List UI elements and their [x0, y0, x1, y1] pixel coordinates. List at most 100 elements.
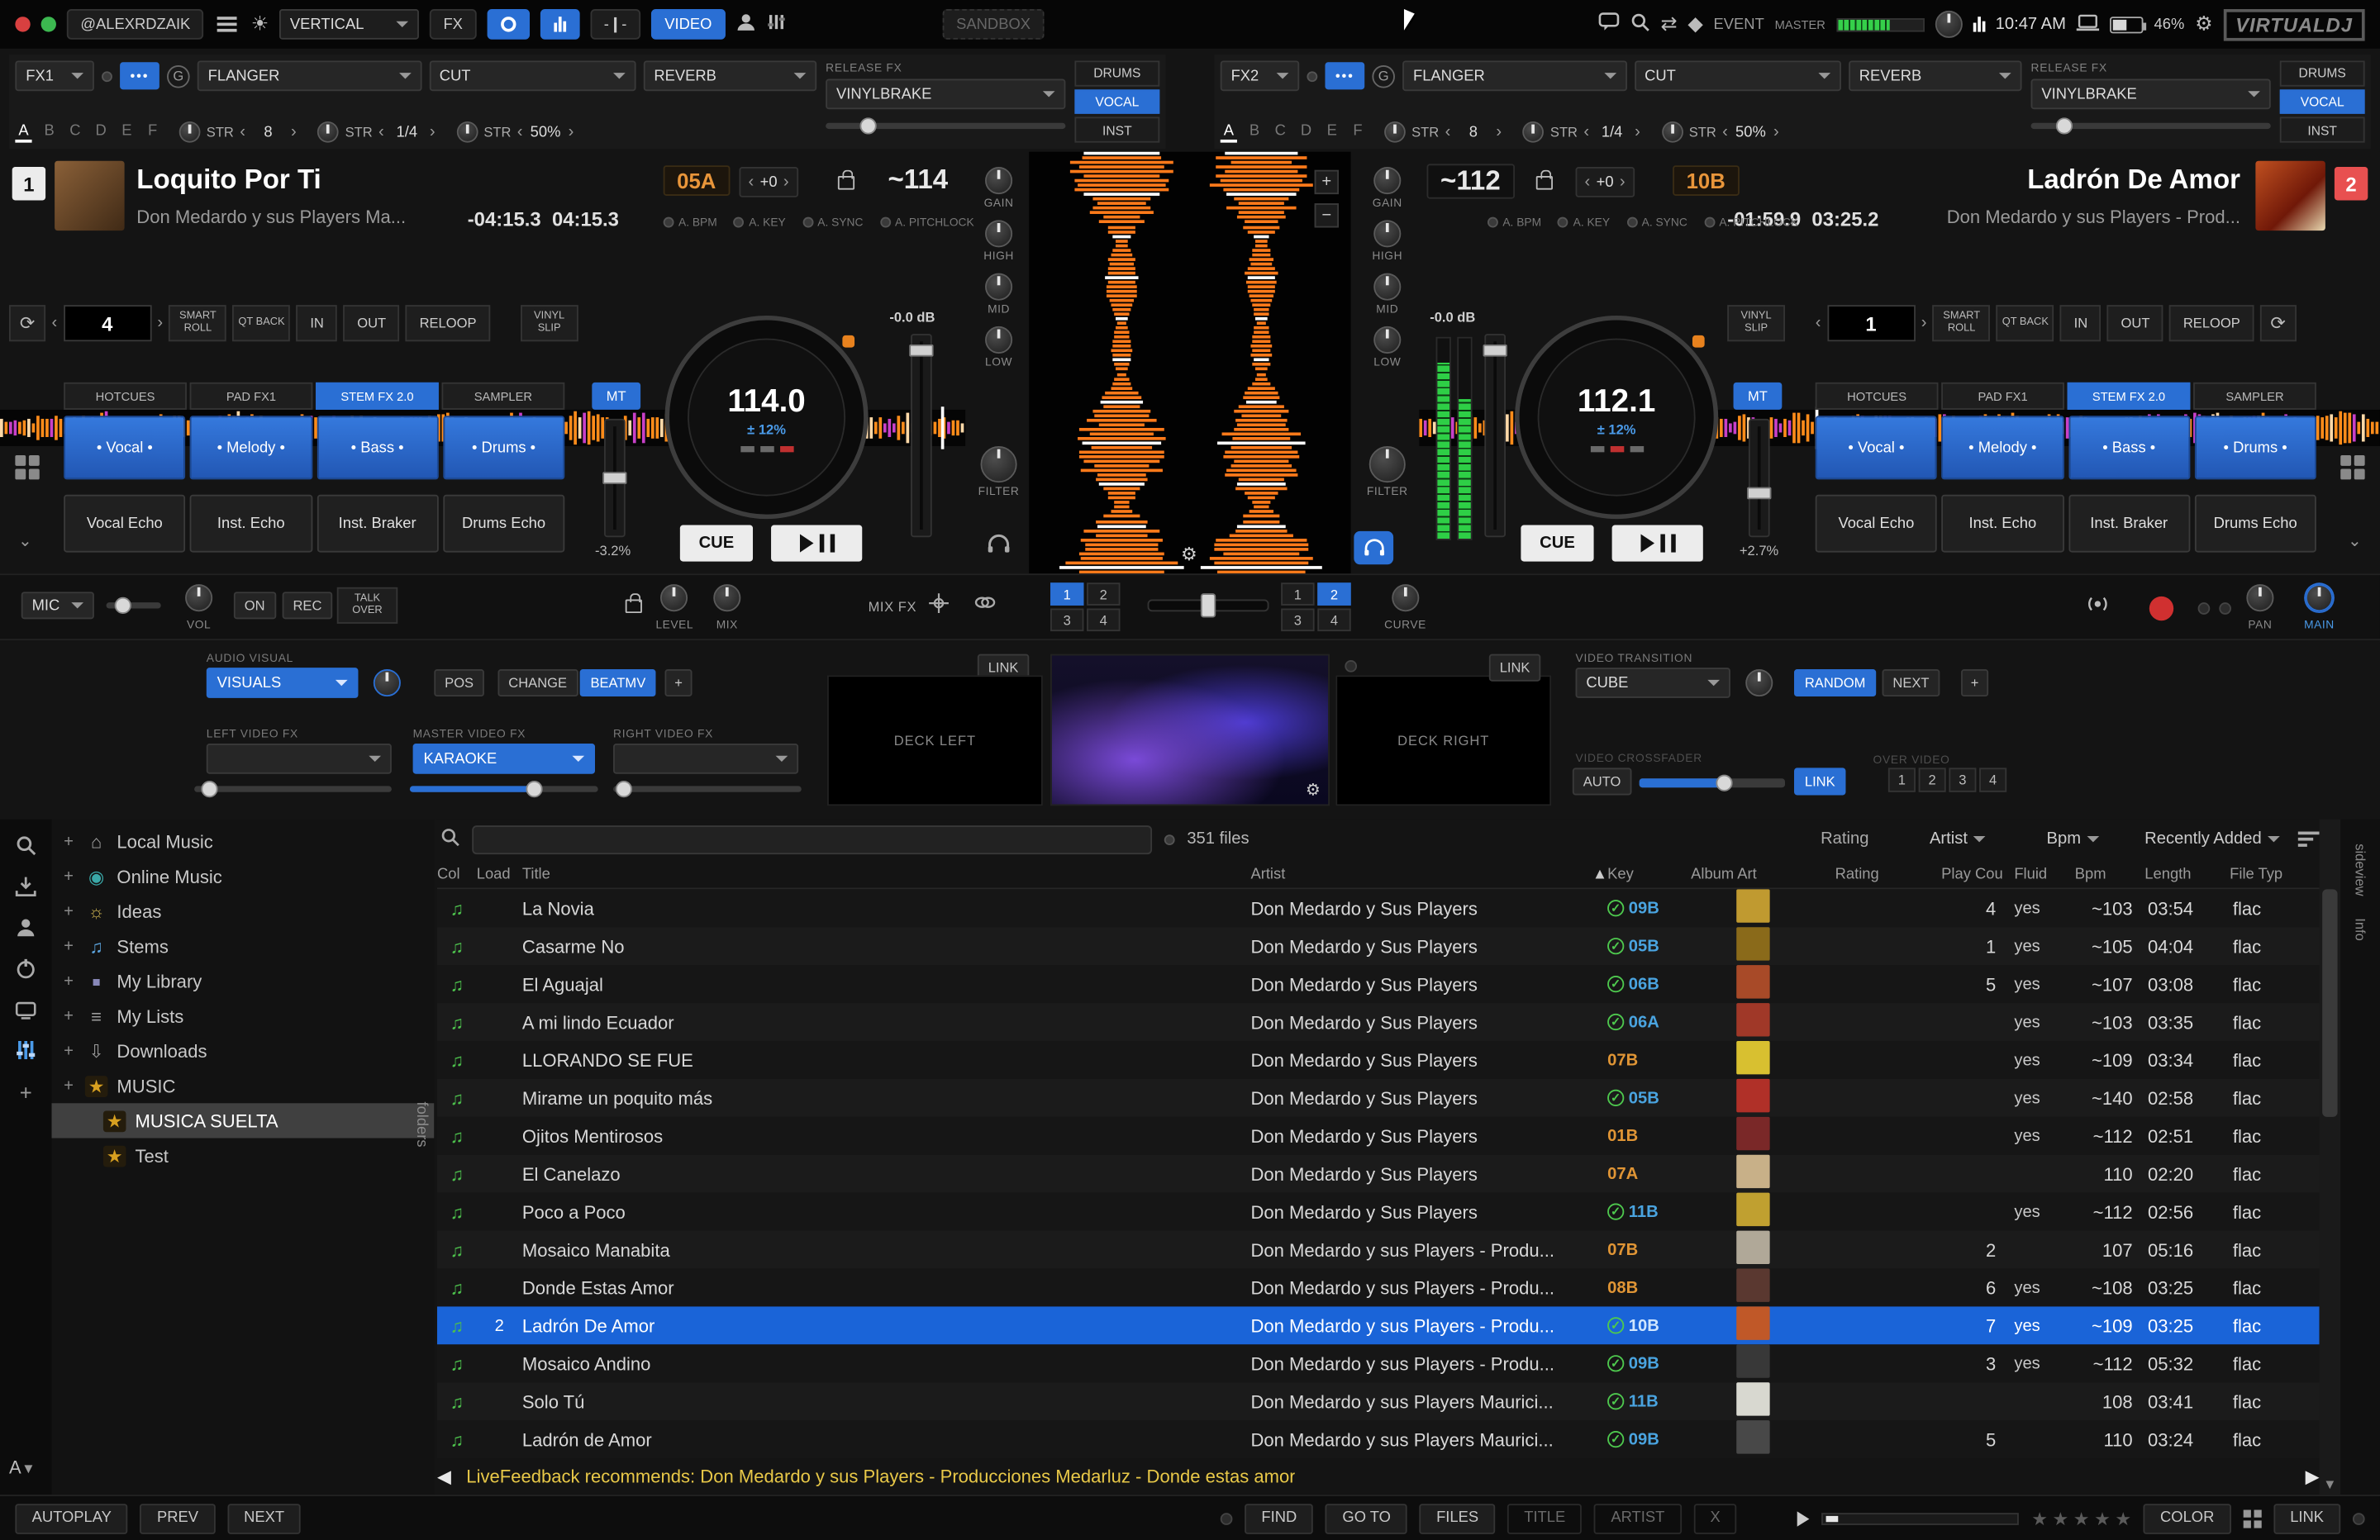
over-video-deck-button[interactable]: 1	[1888, 768, 1916, 791]
auto-toggle[interactable]: A. PITCHLOCK	[1704, 216, 1798, 230]
play-pause-button[interactable]	[1612, 525, 1703, 562]
filter-knob[interactable]	[981, 446, 1017, 482]
shuffle-icon[interactable]: ⇄	[1660, 12, 1677, 36]
over-video-deck-button[interactable]: 3	[1949, 768, 1976, 791]
jog-wheel[interactable]: 114.0 ± 12%	[664, 316, 868, 519]
expand-icon[interactable]: +	[64, 972, 76, 990]
minimize-dot[interactable]	[41, 17, 56, 31]
track-list-scrollbar[interactable]: ▼	[2320, 820, 2341, 1495]
eq-knob[interactable]	[985, 326, 1012, 354]
col-header[interactable]: Album Art	[1691, 867, 1835, 883]
goto-button[interactable]: GO TO	[1326, 1503, 1407, 1533]
fx-pad[interactable]: Inst. Braker	[2068, 495, 2190, 553]
eq-knob[interactable]	[985, 167, 1012, 194]
stem-button[interactable]: • Vocal •	[64, 416, 185, 479]
pad-tab[interactable]: SAMPLER	[441, 383, 564, 410]
eq-knob[interactable]	[1373, 220, 1401, 247]
video-master-preview[interactable]: ⚙	[1050, 654, 1330, 806]
fx2-effect3-select[interactable]: REVERB	[1849, 60, 2022, 91]
qt-back-button[interactable]: QT BACK	[1997, 305, 2054, 341]
mic-select[interactable]: MIC	[21, 592, 94, 619]
headphone-mix-knob[interactable]	[713, 584, 740, 611]
stem-button[interactable]: • Bass •	[317, 416, 438, 479]
change-button[interactable]: CHANGE	[497, 669, 577, 696]
sort-recent-select[interactable]: Recently Added	[2144, 830, 2280, 848]
vinyl-slip-button[interactable]: VINYL SLIP	[521, 305, 578, 341]
fx1-effect3-select[interactable]: REVERB	[644, 60, 817, 91]
mic-on-button[interactable]: ON	[234, 592, 276, 619]
stem-button[interactable]: • Drums •	[2194, 416, 2316, 479]
fx-knob[interactable]	[1384, 121, 1406, 143]
random-transition-button[interactable]: RANDOM	[1794, 669, 1876, 696]
fx-stem-button[interactable]: VOCAL	[2280, 89, 2365, 115]
table-row[interactable]: ♫El CanelazoDon Medardo y Sus Players07A…	[437, 1155, 2320, 1193]
col-header[interactable]: Rating	[1835, 867, 1942, 883]
group-icon[interactable]: G	[1372, 64, 1395, 88]
add-transition-button[interactable]: +	[1961, 669, 1988, 696]
fx-knob[interactable]	[318, 121, 340, 143]
pad-tab[interactable]: STEM FX 2.0	[316, 383, 439, 410]
master-video-fx-slider[interactable]	[410, 786, 598, 791]
table-row[interactable]: ♫La NoviaDon Medardo y Sus Players✓09B4y…	[437, 889, 2320, 927]
brightness-icon[interactable]: ☀	[251, 12, 269, 36]
pos-button[interactable]: POS	[434, 669, 484, 696]
filter-title-button[interactable]: TITLE	[1507, 1503, 1582, 1533]
bank-letter[interactable]: B	[41, 122, 58, 142]
stem-button[interactable]: • Drums •	[443, 416, 564, 479]
mt-button[interactable]: MT	[1734, 383, 1783, 410]
auto-toggle[interactable]: A. BPM	[1488, 216, 1541, 230]
power-icon[interactable]	[15, 958, 36, 979]
pitch-slider[interactable]	[604, 419, 626, 537]
loop-in-button[interactable]: IN	[297, 305, 338, 341]
search-icon[interactable]	[15, 834, 36, 856]
link-chain-icon[interactable]	[974, 593, 996, 616]
menu-icon[interactable]	[215, 14, 240, 36]
auto-toggle[interactable]: A. BPM	[664, 216, 717, 230]
fx-pad[interactable]: Inst. Braker	[317, 495, 438, 553]
diamond-icon[interactable]: ◆	[1687, 12, 1702, 36]
mixer-icon[interactable]	[767, 12, 787, 36]
search-input[interactable]	[472, 825, 1152, 853]
sidebar-item-online-music[interactable]: +◉Online Music	[51, 859, 434, 894]
col-header[interactable]: Length	[2144, 867, 2230, 883]
right-video-fx-select[interactable]	[613, 744, 798, 774]
table-row[interactable]: ♫Ladrón de AmorDon Medardo y sus Players…	[437, 1420, 2320, 1458]
fx-enable-dot[interactable]	[102, 70, 112, 81]
user-account-button[interactable]: @ALEXRDZAIK	[67, 9, 204, 40]
smart-roll-button[interactable]: SMART ROLL	[169, 305, 227, 341]
find-button[interactable]: FIND	[1245, 1503, 1313, 1533]
sideview-a-toggle[interactable]: A▾	[9, 1457, 33, 1478]
search-icon[interactable]	[440, 827, 460, 851]
deck-key-badge[interactable]: 10B	[1673, 165, 1739, 196]
mt-button[interactable]: MT	[592, 383, 640, 410]
video-crossfader[interactable]	[1640, 778, 1785, 787]
fx-pad[interactable]: Vocal Echo	[64, 495, 185, 553]
assign-button[interactable]: 1	[1050, 582, 1083, 606]
fx-pad[interactable]: Drums Echo	[2194, 495, 2316, 553]
expand-icon[interactable]: +	[64, 1077, 76, 1095]
video-deck-right[interactable]: DECK RIGHT	[1335, 675, 1551, 806]
table-row[interactable]: ♫Donde Estas AmorDon Medardo y sus Playe…	[437, 1269, 2320, 1307]
vinyl-slip-button[interactable]: VINYL SLIP	[1727, 305, 1785, 341]
fx-panel-toggle[interactable]: FX	[430, 9, 477, 40]
livefeedback-text[interactable]: LiveFeedback recommends: Don Medardo y s…	[466, 1466, 1295, 1487]
fx-knob[interactable]	[1523, 121, 1545, 143]
auto-toggle[interactable]: A. SYNC	[802, 216, 863, 230]
qt-back-button[interactable]: QT BACK	[233, 305, 291, 341]
video-link-button[interactable]: LINK	[1794, 768, 1845, 795]
folders-tab[interactable]: folders	[413, 1101, 430, 1147]
stem-button[interactable]: • Melody •	[190, 416, 312, 479]
link-button[interactable]: LINK	[2273, 1503, 2340, 1533]
fx-pad[interactable]: Vocal Echo	[1816, 495, 1937, 553]
fx-knob[interactable]	[456, 121, 478, 143]
jog-wheel[interactable]: 112.1 ± 12%	[1515, 316, 1718, 519]
mixer-lock-icon[interactable]	[626, 600, 642, 614]
sidebar-item-ideas[interactable]: +☼Ideas	[51, 894, 434, 929]
fx-stem-button[interactable]: INST	[1074, 117, 1159, 143]
pads-grid-icon[interactable]	[2340, 455, 2364, 479]
expand-icon[interactable]: +	[64, 1007, 76, 1025]
files-button[interactable]: FILES	[1420, 1503, 1495, 1533]
mix-fx-target-icon[interactable]	[929, 593, 949, 617]
sandbox-button[interactable]: SANDBOX	[943, 9, 1045, 40]
bank-letter[interactable]: E	[118, 122, 135, 142]
